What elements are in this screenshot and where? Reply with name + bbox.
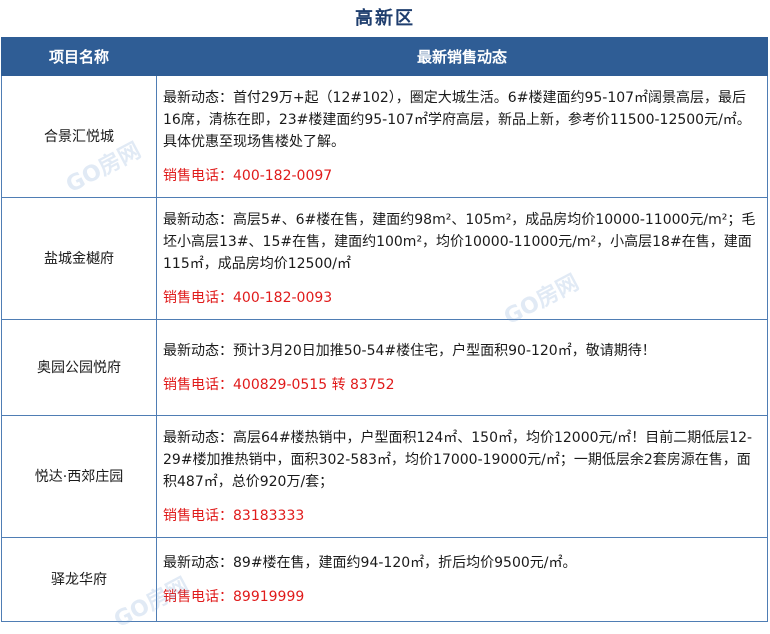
page-title: 高新区 xyxy=(355,8,415,29)
table-row: 悦达·西郊庄园 最新动态：高层64#楼热销中，户型面积124㎡、150㎡，均价1… xyxy=(1,415,768,538)
sales-news-cell: 最新动态：高层64#楼热销中，户型面积124㎡、150㎡，均价12000元/㎡！… xyxy=(156,415,768,538)
sales-phone: 销售电话：400-182-0097 xyxy=(163,167,333,184)
sales-news-text: 最新动态：高层5#、6#楼在售，建面约98m²、105m²，成品房均价10000… xyxy=(163,211,756,272)
sales-news-cell: 最新动态：高层5#、6#楼在售，建面约98m²、105m²，成品房均价10000… xyxy=(156,197,768,320)
sales-phone: 销售电话：89919999 xyxy=(163,588,305,605)
sales-news-text: 最新动态：高层64#楼热销中，户型面积124㎡、150㎡，均价12000元/㎡！… xyxy=(163,429,753,490)
project-name: 驿龙华府 xyxy=(1,537,157,622)
table-row: 盐城金樾府 最新动态：高层5#、6#楼在售，建面约98m²、105m²，成品房均… xyxy=(1,197,768,320)
sales-news-cell: 最新动态：预计3月20日加推50-54#楼住宅，户型面积90-120㎡，敬请期待… xyxy=(156,319,768,416)
table-row: 奥园公园悦府 最新动态：预计3月20日加推50-54#楼住宅，户型面积90-12… xyxy=(1,319,768,416)
project-name: 奥园公园悦府 xyxy=(1,319,157,416)
sales-phone: 销售电话：83183333 xyxy=(163,507,305,524)
column-header-news: 最新销售动态 xyxy=(156,37,768,76)
sales-news-cell: 最新动态：89#楼在售，建面约94-120㎡，折后均价9500元/㎡。 销售电话… xyxy=(156,537,768,622)
table-row: 合景汇悦城 最新动态：首付29万+起（12#102），圈定大城生活。6#楼建面约… xyxy=(1,75,768,198)
sales-phone: 销售电话：400-182-0093 xyxy=(163,289,333,306)
table-row: 驿龙华府 最新动态：89#楼在售，建面约94-120㎡，折后均价9500元/㎡。… xyxy=(1,537,768,622)
column-header-name: 项目名称 xyxy=(1,37,157,76)
sales-news-text: 最新动态：首付29万+起（12#102），圈定大城生活。6#楼建面约95-107… xyxy=(163,89,751,150)
sales-news-cell: 最新动态：首付29万+起（12#102），圈定大城生活。6#楼建面约95-107… xyxy=(156,75,768,198)
project-name: 悦达·西郊庄园 xyxy=(1,415,157,538)
table-header-row: 项目名称 最新销售动态 xyxy=(1,37,768,76)
listing-table: 项目名称 最新销售动态 合景汇悦城 最新动态：首付29万+起（12#102），圈… xyxy=(1,37,768,622)
sales-news-text: 最新动态：预计3月20日加推50-54#楼住宅，户型面积90-120㎡，敬请期待… xyxy=(163,342,656,359)
project-name: 盐城金樾府 xyxy=(1,197,157,320)
sales-news-text: 最新动态：89#楼在售，建面约94-120㎡，折后均价9500元/㎡。 xyxy=(163,554,577,571)
project-name: 合景汇悦城 xyxy=(1,75,157,198)
sales-phone: 销售电话：400829-0515 转 83752 xyxy=(163,376,395,393)
